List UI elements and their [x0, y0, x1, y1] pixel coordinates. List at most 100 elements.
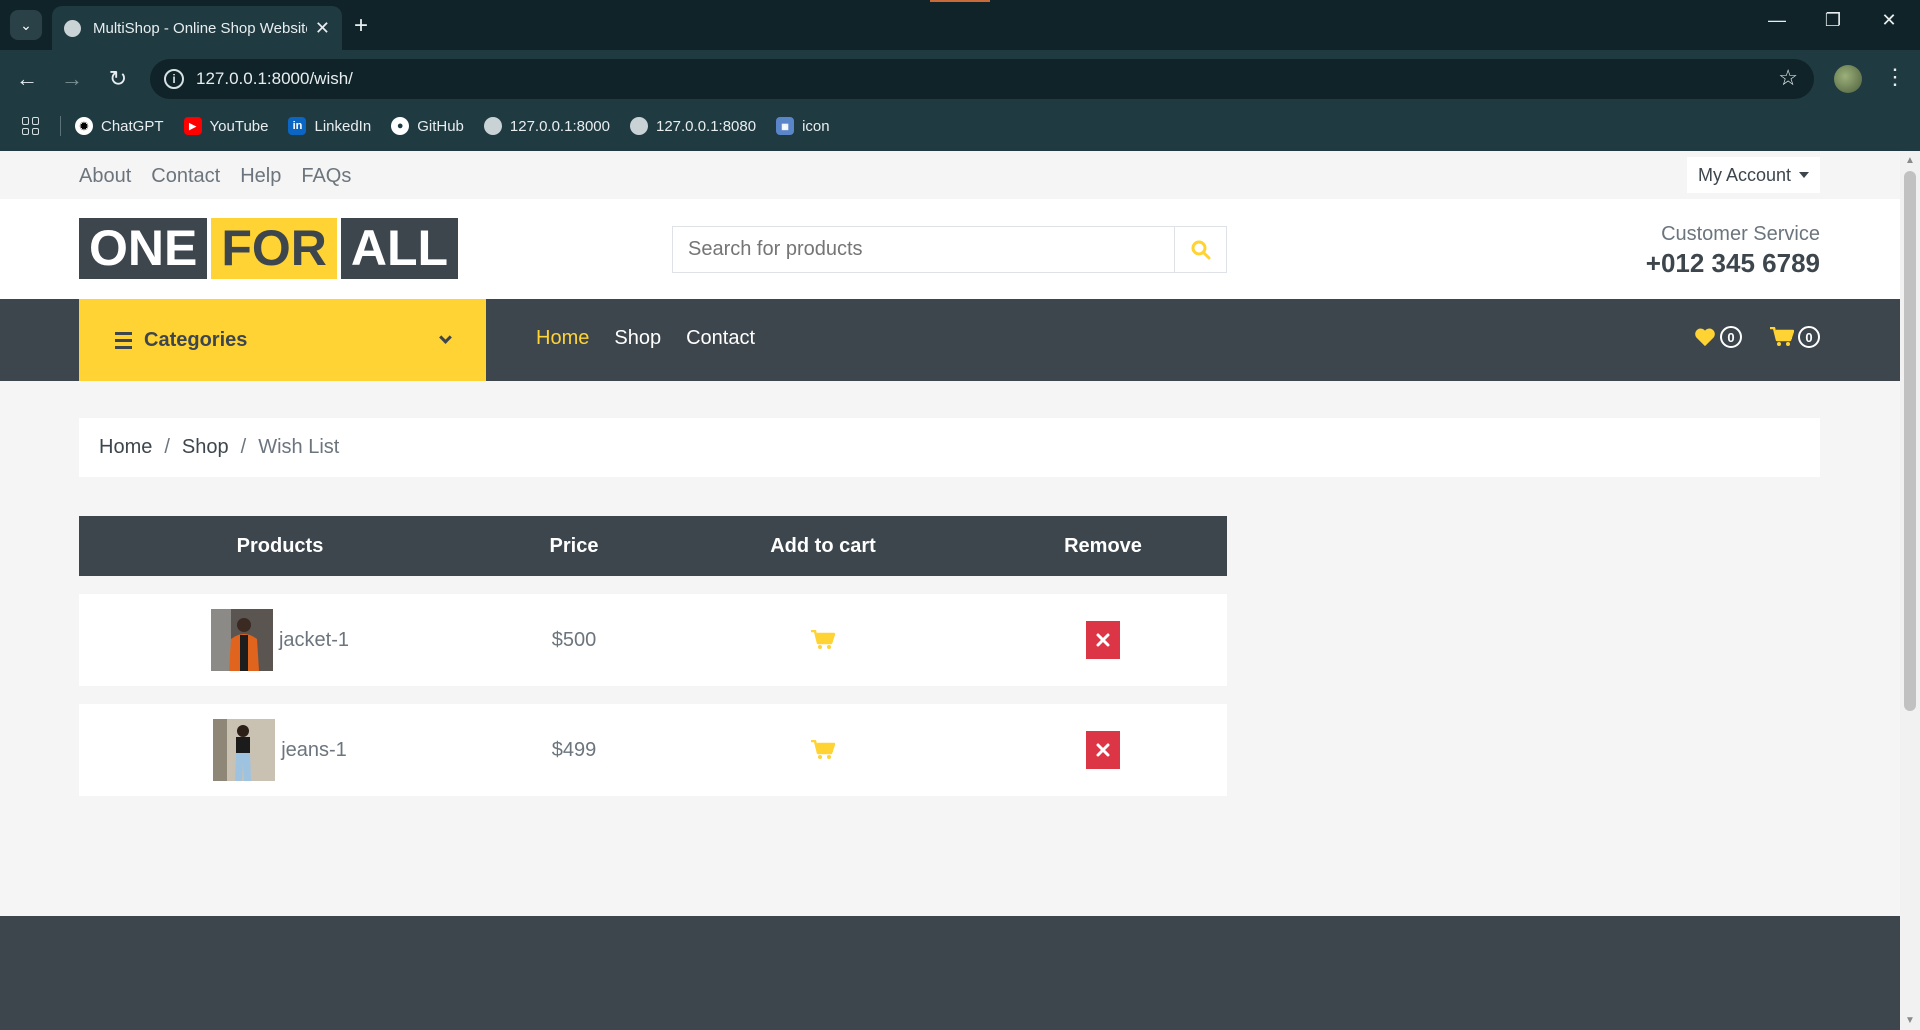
- cart-count-badge: 0: [1798, 326, 1820, 348]
- nav-link-contact[interactable]: Contact: [686, 327, 755, 350]
- cart-icon: [1770, 327, 1794, 346]
- linkedin-icon: in: [288, 117, 307, 135]
- breadcrumb: Home / Shop / Wish List: [79, 418, 1820, 477]
- nav-icons: 0 0: [1694, 326, 1820, 348]
- bookmark-icon[interactable]: ▦ icon: [776, 117, 830, 135]
- product-image-jacket[interactable]: [210, 609, 273, 671]
- remove-cell: [979, 621, 1227, 659]
- cart-link[interactable]: 0: [1770, 326, 1820, 348]
- heart-icon: [1695, 328, 1715, 347]
- reload-button[interactable]: ↻: [103, 66, 133, 92]
- bookmark-youtube[interactable]: ▶ YouTube: [183, 117, 269, 135]
- table-row: jeans-1 $499: [79, 704, 1227, 796]
- site-logo[interactable]: ONE FOR ALL: [79, 218, 459, 279]
- topbar-link-about[interactable]: About: [79, 165, 131, 188]
- minimize-button[interactable]: —: [1762, 10, 1792, 31]
- bookmark-label: 127.0.0.1:8000: [509, 117, 610, 135]
- bookmark-label: GitHub: [417, 117, 464, 135]
- search-input[interactable]: [673, 227, 1174, 272]
- product-cell: jacket-1: [79, 609, 481, 671]
- breadcrumb-separator: /: [164, 436, 170, 458]
- customer-service-phone: +012 345 6789: [1645, 248, 1820, 278]
- product-price: $500: [551, 628, 597, 651]
- tab-search-button[interactable]: ⌄: [10, 10, 42, 40]
- categories-toggle[interactable]: Categories: [79, 299, 486, 381]
- wishlist-table: Products Price Add to cart Remove jacket…: [79, 516, 1227, 796]
- bookmarks-bar: ✹ ChatGPT ▶ YouTube in LinkedIn ● GitHub…: [0, 110, 1920, 142]
- bookmark-chatgpt[interactable]: ✹ ChatGPT: [75, 117, 164, 135]
- top-links: About Contact Help FAQs: [79, 165, 351, 188]
- bookmark-localhost-8000[interactable]: 127.0.0.1:8000: [483, 117, 610, 135]
- browser-tab[interactable]: MultiShop - Online Shop Website ✕: [52, 6, 342, 50]
- address-bar[interactable]: i 127.0.0.1:8000/wish/ ☆: [150, 59, 1814, 99]
- product-name[interactable]: jacket-1: [279, 629, 349, 652]
- add-to-cart-button[interactable]: [811, 740, 835, 760]
- wishlist-link[interactable]: 0: [1694, 326, 1742, 348]
- chatgpt-icon: ✹: [75, 117, 93, 135]
- browser-menu-icon[interactable]: ⋮: [1884, 64, 1906, 90]
- logo-word-2: FOR: [211, 218, 337, 279]
- scroll-down-icon[interactable]: ▼: [1905, 1015, 1915, 1026]
- product-image-jeans[interactable]: [213, 719, 276, 781]
- site-info-icon[interactable]: i: [164, 69, 184, 89]
- wishlist-count-badge: 0: [1720, 326, 1742, 348]
- tab-title: MultiShop - Online Shop Website: [93, 19, 307, 37]
- new-tab-button[interactable]: +: [354, 12, 368, 40]
- my-account-dropdown[interactable]: My Account: [1687, 157, 1820, 193]
- profile-avatar[interactable]: [1834, 65, 1862, 93]
- breadcrumb-shop[interactable]: Shop: [182, 436, 229, 459]
- bookmark-github[interactable]: ● GitHub: [391, 117, 464, 135]
- scrollbar-thumb[interactable]: [1904, 171, 1916, 711]
- column-header-price: Price: [549, 534, 599, 557]
- bookmark-app-icon: ▦: [776, 117, 795, 135]
- column-header-products: Products: [236, 534, 324, 557]
- nav-link-shop[interactable]: Shop: [614, 327, 661, 350]
- bookmark-star-icon[interactable]: ☆: [1778, 65, 1798, 91]
- table-header: Products Price Add to cart Remove: [79, 516, 1227, 576]
- breadcrumb-current: Wish List: [258, 436, 340, 458]
- bookmark-label: ChatGPT: [101, 117, 164, 135]
- url-text[interactable]: 127.0.0.1:8000/wish/: [196, 69, 353, 89]
- forward-button[interactable]: →: [57, 66, 87, 92]
- remove-button[interactable]: [1086, 621, 1120, 659]
- column-header-add-to-cart: Add to cart: [770, 534, 876, 557]
- search-form: [672, 226, 1227, 273]
- scroll-up-icon[interactable]: ▲: [1905, 155, 1915, 166]
- close-window-button[interactable]: ✕: [1874, 10, 1904, 31]
- column-header-remove: Remove: [1064, 534, 1142, 557]
- close-tab-icon[interactable]: ✕: [315, 18, 330, 39]
- browser-chrome: ⌄ MultiShop - Online Shop Website ✕ + — …: [0, 0, 1920, 151]
- tab-strip: ⌄ MultiShop - Online Shop Website ✕ + — …: [0, 0, 1920, 50]
- globe-icon: [64, 19, 81, 37]
- bookmark-label: icon: [802, 117, 830, 135]
- caret-down-icon: [1799, 172, 1810, 178]
- add-to-cart-cell: [667, 630, 979, 650]
- page-scrollbar[interactable]: ▲ ▼: [1900, 151, 1920, 1030]
- globe-icon: [483, 117, 502, 135]
- topbar-link-help[interactable]: Help: [240, 165, 281, 188]
- logo-word-3: ALL: [340, 218, 459, 279]
- product-name[interactable]: jeans-1: [281, 739, 347, 762]
- bookmark-label: YouTube: [209, 117, 269, 135]
- topbar: About Contact Help FAQs My Account: [0, 151, 1900, 199]
- product-cell: jeans-1: [79, 719, 481, 781]
- hamburger-icon: [115, 331, 132, 349]
- restore-button[interactable]: ❐: [1818, 10, 1848, 31]
- topbar-link-faqs[interactable]: FAQs: [301, 165, 351, 188]
- close-icon: [1096, 633, 1110, 647]
- breadcrumb-home[interactable]: Home: [99, 436, 152, 459]
- bookmark-localhost-8080[interactable]: 127.0.0.1:8080: [629, 117, 756, 135]
- search-button[interactable]: [1174, 227, 1226, 272]
- nav-link-home[interactable]: Home: [536, 327, 589, 350]
- apps-grid-icon[interactable]: [22, 117, 40, 135]
- customer-service-label: Customer Service: [1661, 223, 1820, 245]
- add-to-cart-button[interactable]: [811, 630, 835, 650]
- github-icon: ●: [391, 117, 410, 135]
- categories-label: Categories: [144, 328, 248, 351]
- bookmark-linkedin[interactable]: in LinkedIn: [288, 117, 371, 135]
- remove-button[interactable]: [1086, 731, 1120, 769]
- back-button[interactable]: ←: [12, 66, 42, 92]
- topbar-link-contact[interactable]: Contact: [151, 165, 220, 188]
- main-nav-links: Home Shop Contact: [536, 327, 755, 350]
- site-footer: [0, 916, 1900, 1030]
